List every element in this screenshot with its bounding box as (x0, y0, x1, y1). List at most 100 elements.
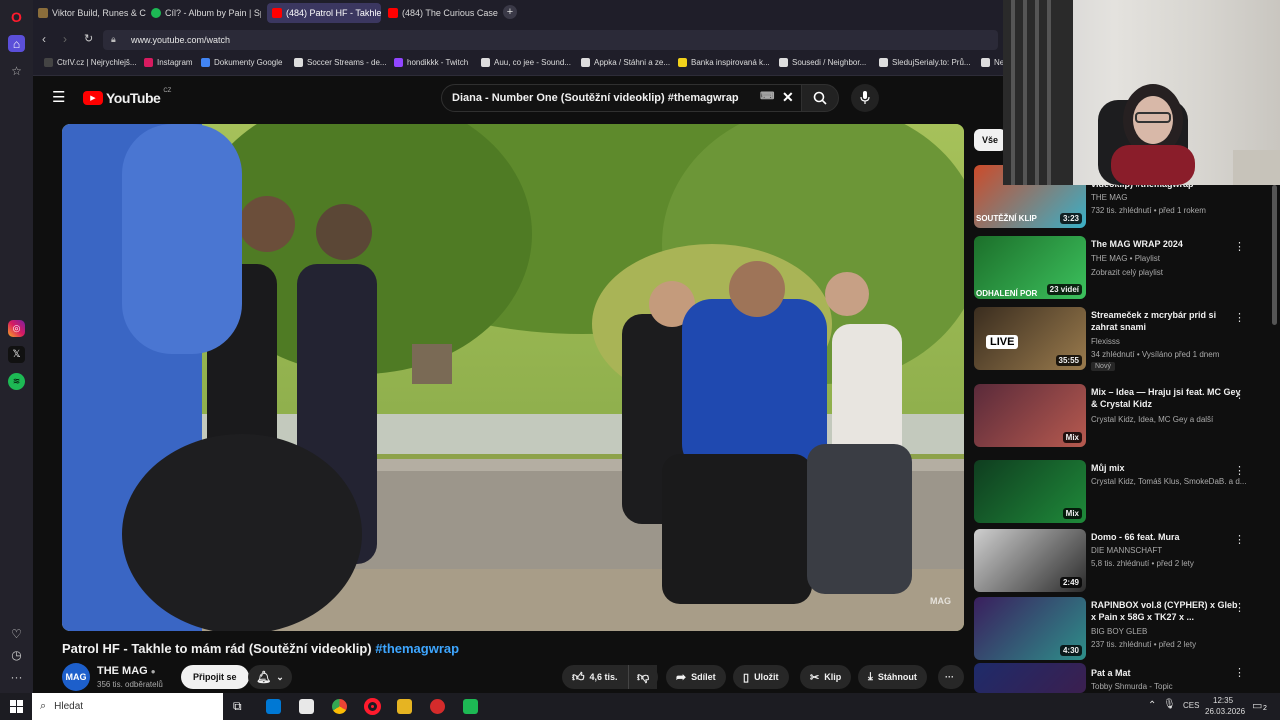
x-twitter-icon[interactable]: 𝕏 (8, 346, 25, 363)
more-vert-icon[interactable]: ⋮ (1234, 311, 1245, 324)
channel-name: DIE MANNSCHAFT (1091, 546, 1163, 555)
chrome-icon[interactable] (332, 699, 347, 714)
channel-avatar[interactable]: MAG (62, 663, 90, 691)
video-thumbnail[interactable] (974, 663, 1086, 693)
spotify-favicon-icon (151, 8, 161, 18)
search-input[interactable]: Diana - Number One (Soutěžní videoklip) … (441, 84, 811, 112)
ctrlv-favicon-icon (44, 58, 53, 67)
history-icon[interactable]: ◷ (8, 646, 25, 663)
voice-search-button[interactable] (851, 84, 879, 112)
recommendation-item[interactable]: ODHALENÍ POR 23 videí The MAG WRAP 2024 … (974, 236, 1274, 302)
file-explorer-icon[interactable] (397, 699, 412, 714)
tab-1[interactable]: Cíl? - Album by Pain | Spo (146, 3, 261, 23)
bookmark-item[interactable]: Instagram (144, 58, 193, 67)
search-button[interactable] (801, 84, 839, 112)
keyboard-icon[interactable]: ⌨ (760, 91, 774, 102)
more-vert-icon[interactable]: ⋮ (1234, 533, 1245, 546)
view-playlist-link[interactable]: Zobrazit celý playlist (1091, 268, 1163, 277)
dislike-button[interactable]: 👎︎ (628, 665, 658, 689)
more-vert-icon[interactable]: ⋮ (1234, 601, 1245, 614)
video-player[interactable]: MAG (62, 124, 964, 631)
opera-logo-icon[interactable]: O (8, 8, 25, 25)
bookmark-item[interactable]: hondikkk - Twitch (394, 58, 468, 67)
youtube-play-icon: ▶ (83, 91, 103, 105)
app-icon[interactable] (430, 699, 445, 714)
playlist-count-badge: 23 videí (1046, 284, 1082, 295)
recommendation-item[interactable]: 2:49 Domo - 66 feat. Mura DIE MANNSCHAFT… (974, 529, 1274, 595)
taskbar-search[interactable]: ⌕ Hledat (32, 693, 223, 720)
filter-chip-all[interactable]: Vše (974, 129, 1007, 151)
bookmark-item[interactable]: Banka inspirovaná k... (678, 58, 770, 67)
notification-count: 2 (1263, 705, 1267, 712)
tab-3[interactable]: (484) The Curious Case of (383, 3, 498, 23)
home-icon[interactable]: ⌂ (8, 35, 25, 52)
bookmark-item[interactable]: SledujSerialy.to: Prů... (879, 58, 971, 67)
language-indicator[interactable]: CES (1183, 701, 1199, 710)
url-field[interactable]: 🔒︎ www.youtube.com/watch (103, 30, 998, 50)
video-thumbnail[interactable]: 4:30 (974, 597, 1086, 660)
more-vert-icon[interactable]: ⋮ (1234, 464, 1245, 477)
save-button[interactable]: ▯ Uložit (733, 665, 789, 689)
notifications-icon[interactable]: ▭ (1252, 699, 1262, 712)
bookmark-item[interactable]: Ne (981, 58, 1004, 67)
clip-button[interactable]: ✂ Klip (800, 665, 852, 689)
tab-2-active[interactable]: (484) Patrol HF - Takhle to (267, 3, 381, 23)
download-button[interactable]: ⤓ Stáhnout (858, 665, 927, 689)
recommendation-item[interactable]: 4:30 RAPINBOX vol.8 (CYPHER) x Gleb x Pa… (974, 597, 1274, 663)
channel-name[interactable]: THE MAG ● (97, 665, 156, 677)
bookmark-item[interactable]: Auu, co jee - Sound... (481, 58, 571, 67)
instagram-icon[interactable]: ◎ (8, 320, 25, 337)
video-thumbnail[interactable]: LIVE 35:55 (974, 307, 1086, 370)
notifications-button[interactable]: 🔔︎ ⌄ (248, 665, 292, 689)
page-favicon-icon (879, 58, 888, 67)
mix-thumbnail[interactable]: Mix (974, 384, 1086, 447)
task-view-icon[interactable]: ⧉ (233, 699, 248, 714)
bookmark-item[interactable]: Dokumenty Google (201, 58, 282, 67)
recommendation-item[interactable]: Mix Mix – Idea — Hraju jsi feat. MC Gey … (974, 384, 1274, 450)
app-green-icon[interactable] (463, 699, 478, 714)
spotify-icon[interactable]: ≋ (8, 373, 25, 390)
store-icon[interactable] (299, 699, 314, 714)
tab-label: Cíl? - Album by Pain | Spo (165, 8, 261, 18)
opera-icon[interactable] (364, 698, 381, 715)
recommendation-item[interactable]: LIVE 35:55 Streameček z mcrybár prid si … (974, 307, 1274, 373)
channel-name: Tobby Shmurda - Topic (1091, 682, 1173, 691)
new-tab-button[interactable]: + (503, 5, 517, 19)
forward-icon[interactable]: › (63, 32, 67, 46)
more-vert-icon[interactable]: ⋮ (1234, 240, 1245, 253)
tab-0[interactable]: Viktor Build, Runes & Cou (33, 3, 146, 23)
back-icon[interactable]: ‹ (42, 32, 46, 46)
clock-time[interactable]: 12:35 (1213, 696, 1233, 705)
heart-icon[interactable]: ♡ (8, 625, 25, 642)
bookmark-item[interactable]: Soccer Streams - de... (294, 58, 387, 67)
bookmark-item[interactable]: CtrlV.cz | Nejrychlejš... (44, 58, 137, 67)
more-vert-icon[interactable]: ⋮ (1234, 388, 1245, 401)
more-vert-icon[interactable]: ⋮ (1234, 666, 1245, 679)
bookmark-item[interactable]: Sousedi / Neighbor... (779, 58, 866, 67)
tray-up-icon[interactable]: ⌃ (1148, 700, 1156, 711)
opera-sidebar: O ⌂ ☆ ◎ 𝕏 ≋ ♡ ◷ ··· (0, 0, 33, 693)
menu-icon[interactable]: ☰ (52, 88, 65, 106)
star-icon[interactable]: ☆ (8, 62, 25, 79)
more-actions-button[interactable]: ··· (938, 665, 964, 689)
recommendation-item[interactable]: Mix Můj mix Crystal Kidz, Tomáš Klus, Sm… (974, 460, 1274, 526)
mix-badge: Mix (1062, 432, 1082, 443)
clear-search-icon[interactable]: ✕ (782, 89, 794, 106)
video-thumbnail[interactable]: 2:49 (974, 529, 1086, 592)
more-icon[interactable]: ··· (8, 668, 25, 685)
recommendation-item[interactable]: Pat a Mat Tobby Shmurda - Topic ⋮ (974, 663, 1274, 693)
mix-thumbnail[interactable]: Mix (974, 460, 1086, 523)
search-value: Diana - Number One (Soutěžní videoklip) … (452, 92, 739, 104)
youtube-logo[interactable]: ▶ YouTube CZ (83, 88, 171, 106)
clock-date[interactable]: 26.03.2026 (1205, 707, 1245, 716)
reload-icon[interactable]: ↻ (84, 32, 93, 45)
microphone-tray-icon[interactable]: 🎙︎ (1163, 699, 1176, 710)
bookmark-item[interactable]: Appka / Stáhni a ze... (581, 58, 670, 67)
outlook-icon[interactable] (266, 699, 281, 714)
hashtag-link[interactable]: #themagwrap (375, 641, 459, 656)
playlist-thumbnail[interactable]: ODHALENÍ POR 23 videí (974, 236, 1086, 299)
windows-start-icon[interactable] (10, 700, 23, 713)
scrollbar-thumb[interactable] (1272, 185, 1277, 325)
share-button[interactable]: ➦ Sdílet (666, 665, 726, 689)
join-button[interactable]: Připojit se (181, 665, 249, 689)
